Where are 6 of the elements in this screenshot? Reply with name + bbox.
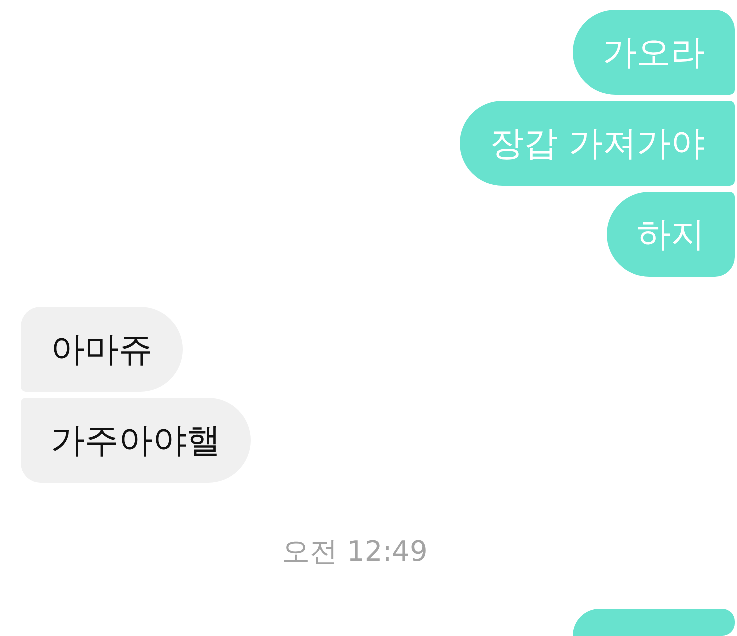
timestamp: 오전 12:49	[282, 534, 428, 570]
message-bubble: 아마쥬	[21, 307, 183, 392]
message-bubble: 하지	[607, 192, 735, 277]
message-bubble: 장갑 가져가야	[460, 101, 735, 186]
message-bubble: 가오라	[573, 10, 735, 95]
message-bubble: 가주아야핼	[21, 398, 251, 483]
